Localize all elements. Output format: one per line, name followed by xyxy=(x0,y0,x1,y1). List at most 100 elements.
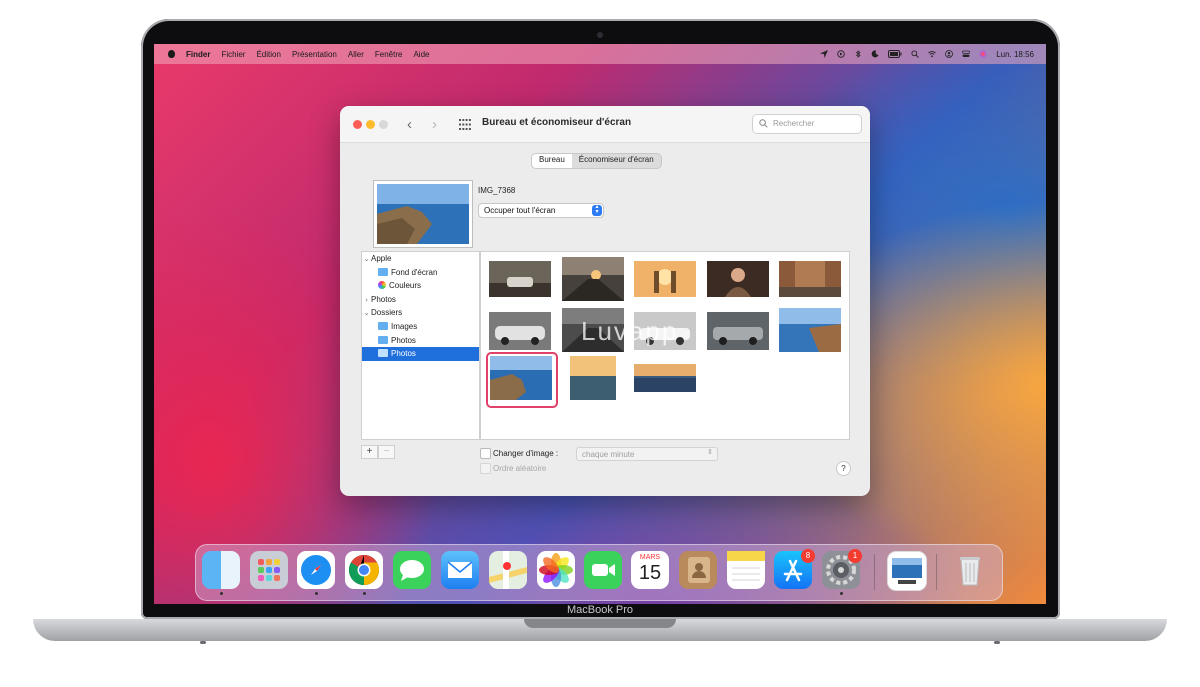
moon-icon[interactable] xyxy=(871,50,879,58)
search-field[interactable]: Rechercher xyxy=(752,114,862,134)
fill-mode-value: Occuper tout l'écran xyxy=(484,206,556,215)
menu-app-name[interactable]: Finder xyxy=(186,50,210,59)
photos-flower-icon xyxy=(539,553,573,587)
laptop-foot xyxy=(200,641,206,644)
screen-record-icon[interactable] xyxy=(837,50,845,58)
apple-menu-icon[interactable] xyxy=(168,50,175,58)
dock-calendar-icon[interactable]: MARS 15 xyxy=(631,551,669,589)
wallpaper-thumb-car-bw[interactable] xyxy=(489,312,551,350)
compass-icon xyxy=(301,555,331,585)
wallpaper-thumb-sunset-horizon[interactable] xyxy=(634,364,696,392)
menu-aller[interactable]: Aller xyxy=(348,50,364,59)
fill-mode-select[interactable]: Occuper tout l'écran ▴ ▾ xyxy=(478,203,604,218)
sidebar-label: Fond d'écran xyxy=(391,267,438,277)
show-all-grid-icon[interactable] xyxy=(459,119,471,130)
menu-presentation[interactable]: Présentation xyxy=(292,50,337,59)
dock-safari-icon[interactable] xyxy=(297,551,335,589)
folder-icon xyxy=(378,335,388,344)
sidebar-item-fond-ecran[interactable]: Fond d'écran xyxy=(362,266,479,280)
dock-trash-icon[interactable] xyxy=(951,551,989,589)
sidebar-item-photos-folder[interactable]: Photos xyxy=(362,334,479,348)
location-icon[interactable] xyxy=(820,50,829,58)
minimize-button[interactable] xyxy=(366,120,375,129)
help-button[interactable]: ? xyxy=(836,461,851,476)
wallpaper-thumb-sunset-beach[interactable] xyxy=(570,356,616,400)
menu-fenetre[interactable]: Fenêtre xyxy=(375,50,403,59)
wallpaper-thumb-portrait[interactable] xyxy=(707,261,769,297)
trash-icon xyxy=(960,557,980,586)
dock-recent-desktop-icon[interactable] xyxy=(887,551,927,591)
sidebar-group-apple[interactable]: ⌄ Apple xyxy=(362,252,479,266)
folder-icon xyxy=(378,321,388,330)
random-order-checkbox[interactable] xyxy=(480,463,491,474)
search-icon[interactable] xyxy=(911,50,920,58)
chevron-down-icon[interactable]: ⌄ xyxy=(362,253,371,267)
bluetooth-icon[interactable] xyxy=(854,50,862,58)
running-indicator xyxy=(363,592,366,595)
map-icon xyxy=(489,551,527,589)
dock-maps-icon[interactable] xyxy=(489,551,527,589)
sidebar-item-photos-selected[interactable]: Photos xyxy=(362,347,479,361)
sidebar-item-couleurs[interactable]: Couleurs xyxy=(362,279,479,293)
dock-notes-icon[interactable] xyxy=(727,551,765,589)
sidebar-label: Images xyxy=(391,321,418,331)
sidebar-group-dossiers[interactable]: ⌄ Dossiers xyxy=(362,306,479,320)
tab-bureau[interactable]: Bureau xyxy=(532,154,572,168)
dock-facetime-icon[interactable] xyxy=(584,551,622,589)
tab-economiseur[interactable]: Économiseur d'écran xyxy=(572,154,661,168)
forward-icon[interactable]: › xyxy=(432,116,437,133)
current-wallpaper-preview xyxy=(373,180,473,248)
sidebar-label: Photos xyxy=(391,335,416,345)
back-icon[interactable]: ‹ xyxy=(407,116,412,133)
add-folder-button[interactable]: + xyxy=(361,445,378,459)
close-button[interactable] xyxy=(353,120,362,129)
siri-icon[interactable] xyxy=(979,50,987,58)
wallpaper-thumb-sunset-road[interactable] xyxy=(562,257,624,301)
dock-separator xyxy=(936,554,937,590)
launchpad-grid-icon xyxy=(258,559,280,581)
user-icon[interactable] xyxy=(945,50,954,58)
selected-thumbnail-frame xyxy=(486,352,558,408)
wifi-icon[interactable] xyxy=(928,50,937,58)
menu-edition[interactable]: Édition xyxy=(256,50,280,59)
menu-aide[interactable]: Aide xyxy=(413,50,429,59)
wallpaper-thumb-couple-sunset[interactable] xyxy=(634,261,696,297)
dock-launchpad-icon[interactable] xyxy=(250,551,288,589)
dock-photos-icon[interactable] xyxy=(537,551,575,589)
video-camera-icon xyxy=(592,564,615,576)
chevron-right-icon[interactable]: › xyxy=(362,294,371,308)
wallpaper-thumb-cliff-sea[interactable] xyxy=(779,308,841,352)
wallpaper-gallery: Luvapp xyxy=(480,251,850,440)
wallpaper-thumb-car-street[interactable] xyxy=(489,261,551,297)
dock-contacts-icon[interactable] xyxy=(679,551,717,589)
menu-fichier[interactable]: Fichier xyxy=(221,50,245,59)
search-field-icon xyxy=(759,119,768,128)
laptop-foot xyxy=(994,641,1000,644)
running-indicator xyxy=(315,592,318,595)
dock-finder-icon[interactable] xyxy=(202,551,240,589)
screen: Finder Fichier Édition Présentation Alle… xyxy=(154,44,1046,604)
sidebar-label: Photos xyxy=(391,349,416,359)
calendar-month: MARS xyxy=(639,554,661,561)
image-name: IMG_7368 xyxy=(478,186,516,195)
dock-messages-icon[interactable] xyxy=(393,551,431,589)
chrome-icon xyxy=(348,555,380,585)
menubar-clock[interactable]: Lun. 18:56 xyxy=(996,50,1034,59)
battery-icon[interactable] xyxy=(888,50,902,58)
source-sidebar: ⌄ Apple Fond d'écran Couleurs › Photos ⌄ Do… xyxy=(361,251,480,440)
zoom-button[interactable] xyxy=(379,120,388,129)
change-picture-checkbox[interactable] xyxy=(480,448,491,459)
chevron-down-icon[interactable]: ⌄ xyxy=(362,307,371,321)
remove-folder-button[interactable]: − xyxy=(378,445,395,459)
appstore-badge: 8 xyxy=(801,549,815,563)
sidebar-item-images[interactable]: Images xyxy=(362,320,479,334)
change-interval-select[interactable]: chaque minute ⇕ xyxy=(576,447,718,461)
sidebar-group-photos[interactable]: › Photos xyxy=(362,293,479,307)
control-center-icon[interactable] xyxy=(962,50,971,58)
wallpaper-thumb-car-grey[interactable] xyxy=(707,312,769,350)
select-chevron-icon: ▴ ▾ xyxy=(592,204,602,216)
menu-bar: Finder Fichier Édition Présentation Alle… xyxy=(154,44,1046,64)
wallpaper-thumb-city-street[interactable] xyxy=(779,261,841,297)
dock-mail-icon[interactable] xyxy=(441,551,479,589)
dock-chrome-icon[interactable] xyxy=(345,551,383,589)
